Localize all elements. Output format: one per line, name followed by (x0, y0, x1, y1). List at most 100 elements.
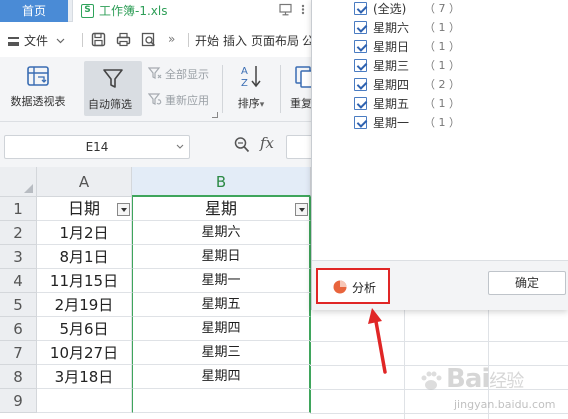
file-menu[interactable]: 文件 (8, 32, 65, 49)
watermark-url: jingyan.baidu.com (454, 398, 556, 411)
spreadsheet-file-icon: S (81, 4, 94, 18)
row-header[interactable]: 4 (0, 269, 37, 293)
option-count: （ 1 ） (424, 59, 460, 72)
cell-a[interactable]: 5月6日 (37, 317, 132, 341)
tab-start[interactable]: 开始 (195, 32, 219, 49)
auto-filter-button[interactable]: 自动筛选 (84, 61, 142, 116)
more-icon[interactable] (297, 3, 309, 21)
column-header-a[interactable]: A (37, 167, 132, 197)
cell-b[interactable]: 星期四 (132, 317, 311, 341)
workbook-tab-label: 工作簿-1.xls (99, 4, 168, 18)
option-label: 星期一 (373, 116, 410, 130)
option-label: 星期日 (373, 40, 410, 54)
more-quick-access[interactable]: » (168, 32, 175, 46)
print-preview-icon[interactable] (141, 32, 156, 47)
row-header[interactable]: 1 (0, 197, 37, 221)
checkbox[interactable] (354, 59, 367, 72)
dialog-launcher-icon[interactable] (212, 112, 218, 118)
cell-a[interactable]: 8月1日 (37, 245, 132, 269)
cell-b[interactable]: 星期一 (132, 269, 311, 293)
save-icon[interactable] (91, 32, 106, 47)
checkbox[interactable] (354, 2, 367, 15)
checkbox[interactable] (354, 116, 367, 129)
pivot-table-icon (27, 66, 49, 86)
cell-b[interactable] (132, 389, 311, 413)
option-count: （ 7 ） (424, 2, 460, 15)
select-all-corner[interactable] (0, 167, 37, 197)
menu-divider (82, 33, 83, 47)
option-count: （ 1 ） (424, 40, 460, 53)
reapply-button[interactable]: 重新应用 (147, 92, 209, 108)
checkbox[interactable] (354, 40, 367, 53)
funnel-clear-icon (147, 67, 162, 79)
tab-workbook[interactable]: S 工作簿-1.xls (72, 0, 312, 22)
name-box[interactable]: E14 (4, 135, 190, 159)
cell-text: 日期 (67, 199, 100, 218)
zoom-formula-icon[interactable] (234, 136, 250, 154)
cell-a[interactable]: 10月27日 (37, 341, 132, 365)
option-count: （ 1 ） (424, 116, 460, 129)
tab-page-layout[interactable]: 页面布局 (251, 32, 299, 49)
cell-b[interactable]: 星期四 (132, 365, 311, 389)
option-count: （ 1 ） (424, 21, 460, 34)
tab-home[interactable]: 首页 (0, 0, 68, 22)
cell-a[interactable]: 11月15日 (37, 269, 132, 293)
auto-filter-label: 自动筛选 (88, 98, 132, 111)
cell-a[interactable]: 1月2日 (37, 221, 132, 245)
chevron-down-icon (56, 38, 65, 44)
analyze-label: 分析 (352, 281, 377, 295)
chevron-down-icon: ▾ (259, 100, 265, 110)
filter-dropdown-a[interactable] (117, 203, 130, 216)
row-header[interactable]: 2 (0, 221, 37, 245)
show-all-button[interactable]: 全部显示 (147, 66, 209, 82)
option-label: 星期五 (373, 97, 410, 111)
cell-b[interactable]: 星期六 (132, 221, 311, 245)
checkbox[interactable] (354, 78, 367, 91)
filter-dropdown-b[interactable] (295, 203, 308, 216)
row-header[interactable]: 7 (0, 341, 37, 365)
row-header[interactable]: 6 (0, 317, 37, 341)
cell-a[interactable]: 2月19日 (37, 293, 132, 317)
sort-label: 排序 (237, 97, 260, 110)
pie-chart-icon (333, 280, 347, 294)
sort-az-icon: AZ (241, 66, 261, 89)
row-header[interactable]: 5 (0, 293, 37, 317)
pivot-table-label: 数据透视表 (10, 95, 66, 108)
chevron-down-icon (176, 144, 184, 149)
cell-a[interactable]: 3月18日 (37, 365, 132, 389)
insert-function-button[interactable]: fx (260, 134, 274, 152)
name-box-value: E14 (85, 140, 109, 154)
option-label: 星期六 (373, 21, 410, 35)
analyze-button[interactable]: 分析 (316, 268, 390, 304)
sort-button[interactable]: AZ 排序▾ (230, 63, 272, 111)
print-icon[interactable] (116, 32, 131, 47)
option-count: （ 1 ） (424, 97, 460, 110)
tab-insert[interactable]: 插入 (223, 32, 247, 49)
hamburger-icon (8, 37, 19, 46)
checkbox[interactable] (354, 97, 367, 110)
row-header[interactable]: 9 (0, 389, 37, 413)
cell-b[interactable]: 星期日 (132, 245, 311, 269)
cell-b[interactable]: 星期五 (132, 293, 311, 317)
filter-funnel-icon (103, 69, 123, 88)
column-header-b[interactable]: B (132, 167, 311, 197)
pivot-table-button[interactable]: 数据透视表 (6, 65, 70, 109)
option-label: 星期三 (373, 59, 410, 73)
watermark-brand: Bai经验 (446, 364, 524, 394)
filter-value-list: (全选) （ 7 ） 星期六 （ 1 ） 星期日 （ 1 ） 星期三 （ 1 ）… (312, 0, 568, 260)
grid-line (310, 341, 568, 342)
row-header[interactable]: 8 (0, 365, 37, 389)
baidu-watermark: Bai经验 jingyan.baidu.com (418, 362, 568, 419)
paw-logo-icon (421, 371, 442, 390)
filter-dropdown-panel: (全选) （ 7 ） 星期六 （ 1 ） 星期日 （ 1 ） 星期三 （ 1 ）… (311, 0, 568, 310)
checkbox[interactable] (354, 21, 367, 34)
reapply-label: 重新应用 (165, 94, 209, 107)
monitor-icon[interactable] (279, 3, 292, 21)
option-label: 星期四 (373, 78, 410, 92)
cell-a[interactable] (37, 389, 132, 413)
cell-b1[interactable]: 星期 (132, 197, 311, 221)
ok-button[interactable]: 确定 (488, 271, 566, 295)
cell-b[interactable]: 星期三 (132, 341, 311, 365)
row-header[interactable]: 3 (0, 245, 37, 269)
ribbon-divider (222, 65, 223, 113)
